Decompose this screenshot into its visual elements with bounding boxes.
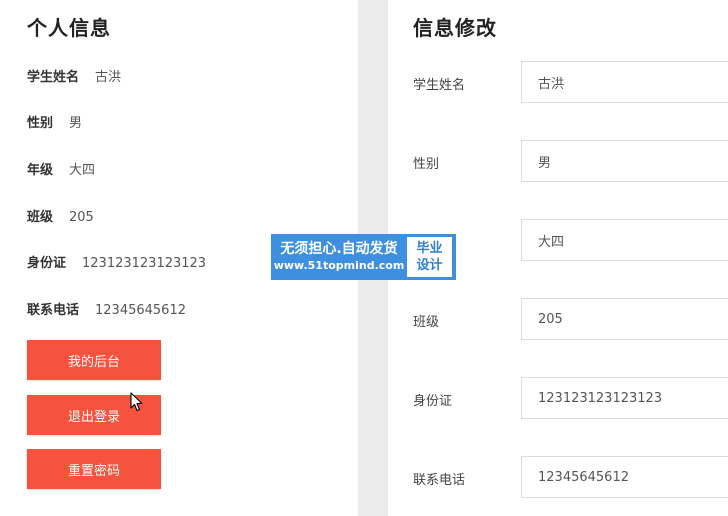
id-card-field[interactable]: 123123123123123	[521, 377, 728, 419]
info-label: 联系电话	[27, 303, 80, 318]
watermark-badge-line1: 毕业	[416, 241, 443, 256]
grade-field[interactable]: 大四	[521, 219, 728, 261]
profile-title: 个人信息	[27, 16, 111, 40]
class-field[interactable]: 205	[521, 298, 728, 340]
watermark-slogan: 无须担心.自动发货	[280, 241, 398, 257]
edit-label-gender: 性别	[413, 157, 440, 172]
phone-field[interactable]: 12345645612	[521, 456, 728, 498]
watermark-url: www.51topmind.com	[273, 259, 405, 272]
info-label: 学生姓名	[27, 70, 80, 85]
info-row-name: 学生姓名 古洪	[27, 66, 121, 85]
info-row-id-card: 身份证 123123123123123	[27, 252, 206, 271]
info-value: 大四	[69, 163, 96, 178]
edit-label-class: 班级	[413, 315, 440, 330]
watermark-text: 无须担心.自动发货 www.51topmind.com	[271, 234, 407, 280]
info-label: 年级	[27, 163, 54, 178]
info-value: 12345645612	[95, 303, 186, 318]
watermark-badge-line2: 设计	[416, 258, 443, 273]
edit-label-phone: 联系电话	[413, 473, 466, 488]
watermark-badge: 毕业 设计	[407, 237, 452, 277]
gender-field[interactable]: 男	[521, 140, 728, 182]
watermark-banner: 无须担心.自动发货 www.51topmind.com 毕业 设计	[271, 234, 456, 280]
edit-label-id-card: 身份证	[413, 394, 453, 409]
info-row-gender: 性别男	[27, 112, 82, 131]
edit-title: 信息修改	[413, 16, 497, 40]
my-backend-button[interactable]: 我的后台	[27, 340, 161, 380]
info-value: 205	[69, 210, 94, 225]
info-row-phone: 联系电话 12345645612	[27, 299, 186, 318]
info-value: 男	[69, 116, 83, 131]
info-value: 123123123123123	[82, 256, 207, 271]
info-label: 身份证	[27, 256, 67, 271]
info-label: 性别	[27, 116, 54, 131]
name-field[interactable]: 古洪	[521, 61, 728, 103]
edit-label-name: 学生姓名	[413, 78, 466, 93]
mouse-cursor-icon	[130, 392, 143, 412]
info-value: 古洪	[95, 70, 122, 85]
reset-password-button[interactable]: 重置密码	[27, 449, 161, 489]
info-row-grade: 年级 大四	[27, 159, 95, 178]
info-row-class: 班级 205	[27, 206, 94, 225]
info-label: 班级	[27, 210, 54, 225]
